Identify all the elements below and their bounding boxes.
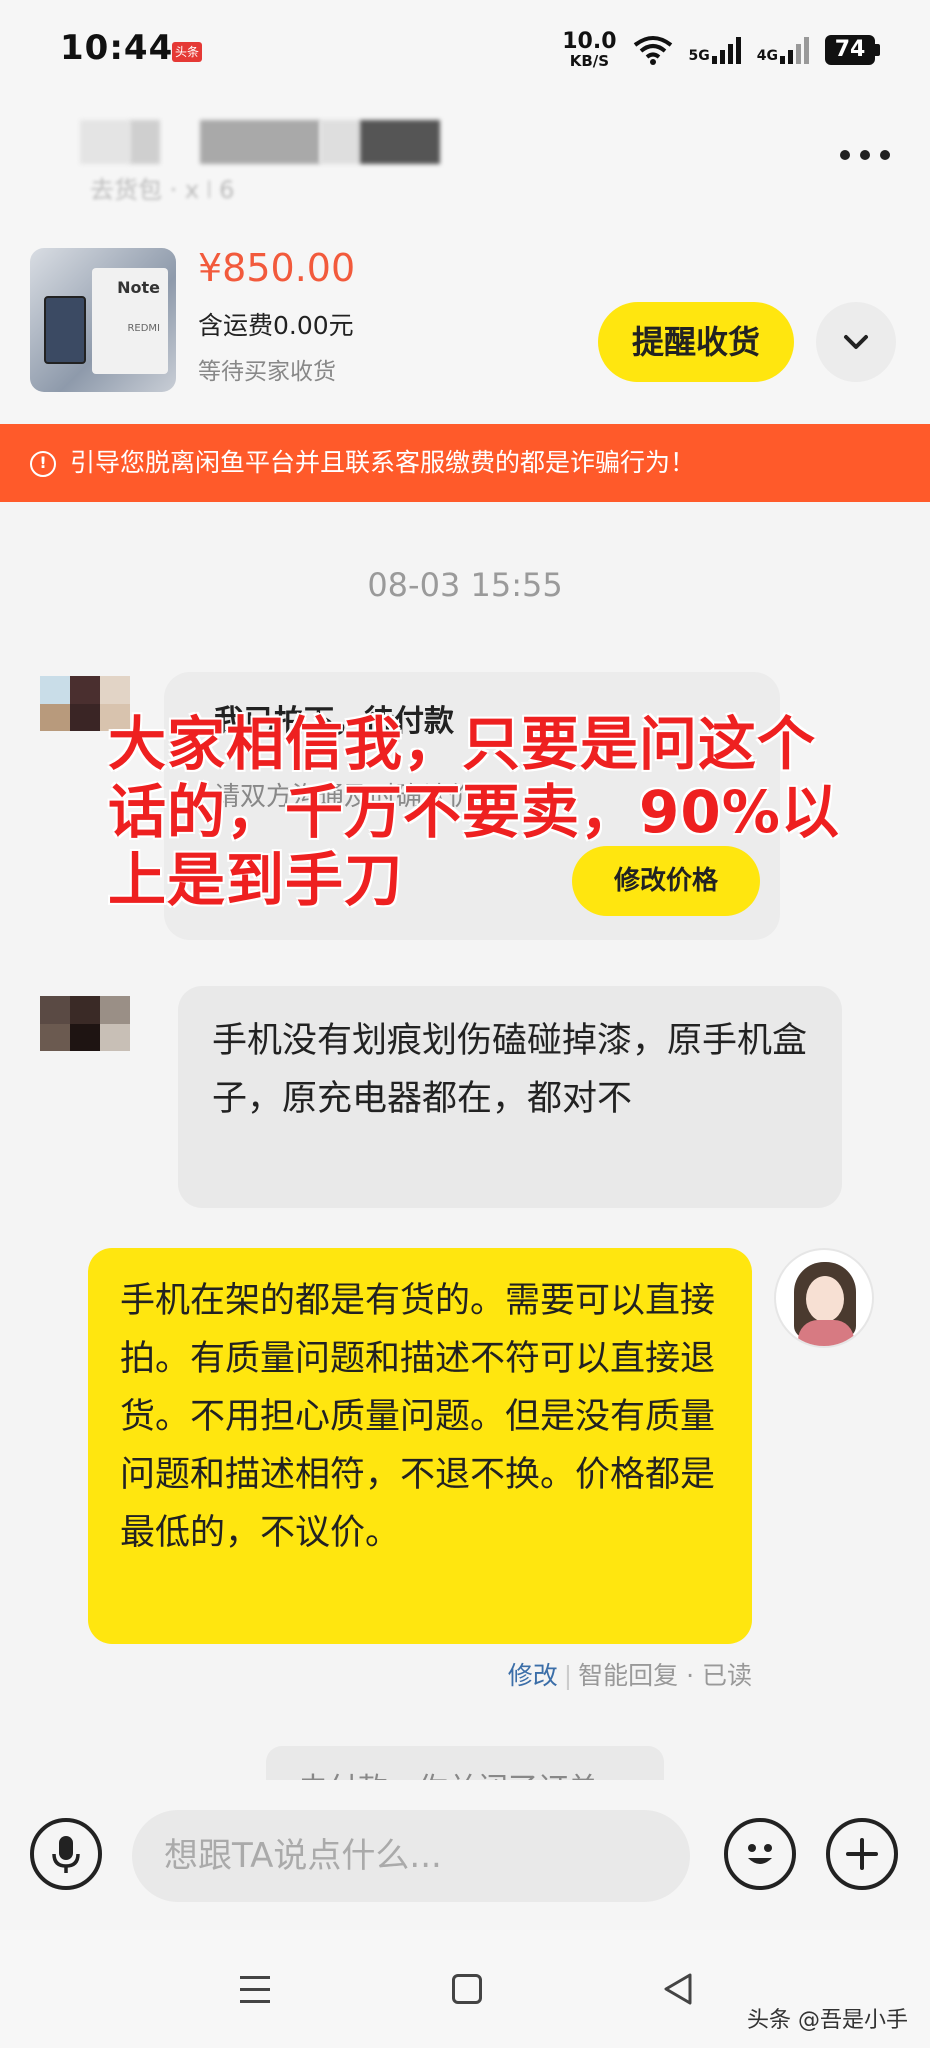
signal-4g: 4G <box>757 36 809 64</box>
seller-avatar[interactable] <box>774 1248 874 1348</box>
emoji-button[interactable] <box>724 1818 796 1890</box>
status-bar: 10:44 头条 10.0 KB/S 5G 4G 74 <box>0 0 930 100</box>
nav-menu-icon[interactable] <box>240 1976 270 2012</box>
overlay-annotation: 大家相信我，只要是问这个话的，千万不要卖，90%以上是到手刀 <box>108 710 840 914</box>
buyer-avatar[interactable] <box>40 996 160 1106</box>
edit-message-link[interactable]: 修改 <box>508 1661 558 1690</box>
fraud-warning-text: 引导您脱离闲鱼平台并且联系客服缴费的都是诈骗行为！ <box>70 448 696 477</box>
chat-page: 10:44 头条 10.0 KB/S 5G 4G 74 去货包 · x ꘡ 6 … <box>0 0 930 2048</box>
box-brand-text: REDMI <box>127 323 160 334</box>
plus-button[interactable] <box>826 1818 898 1890</box>
battery-level: 74 <box>825 35 875 65</box>
product-image[interactable]: Note REDMI <box>30 248 176 392</box>
order-status: 等待买家收货 <box>198 359 336 385</box>
system-nav-bar: 头条 @吾是小手 <box>0 1930 930 2048</box>
contact-name-mosaic <box>360 120 440 164</box>
nav-back-icon[interactable] <box>662 1972 694 2006</box>
chat-header: 去货包 · x ꘡ 6 <box>0 100 930 220</box>
buyer-message-bubble[interactable]: 手机没有划痕划伤磕碰掉漆，原手机盒子，原充电器都在，都对不 <box>178 986 842 1208</box>
watermark: 头条 @吾是小手 <box>747 2008 908 2033</box>
input-bar <box>0 1780 930 1930</box>
message-timestamp: 08-03 15:55 <box>367 566 563 604</box>
net-speed-unit: KB/S <box>569 52 610 70</box>
signal-bars-icon <box>780 36 809 64</box>
seller-message-bubble[interactable]: 手机在架的都是有货的。需要可以直接拍。有质量问题和描述不符可以直接退货。不用担心… <box>88 1248 752 1644</box>
box-model-text: Note <box>117 278 160 297</box>
message-read-status: 智能回复 · 已读 <box>578 1661 752 1690</box>
message-input[interactable] <box>132 1810 690 1902</box>
mic-icon <box>52 1836 80 1873</box>
more-icon[interactable] <box>840 150 890 160</box>
signal-5g: 5G <box>689 36 741 64</box>
net-speed: 10.0 KB/S <box>562 29 617 70</box>
chevron-down-icon <box>844 335 868 349</box>
message-meta: 修改 | 智能回复 · 已读 <box>507 1661 752 1690</box>
phone-image <box>44 296 86 364</box>
wifi-icon <box>633 36 672 65</box>
voice-button[interactable] <box>30 1818 102 1890</box>
status-indicators: 10.0 KB/S 5G 4G 74 <box>562 30 880 70</box>
expand-button[interactable] <box>816 302 896 382</box>
battery-icon: 74 <box>825 35 880 65</box>
plus-icon <box>846 1838 878 1870</box>
net-speed-value: 10.0 <box>562 29 617 54</box>
status-time: 10:44 <box>60 28 174 68</box>
product-shipping: 含运费0.00元 <box>198 311 354 340</box>
warning-icon: ! <box>30 451 56 477</box>
product-price: ¥850.00 <box>198 246 356 290</box>
signal-bars-icon <box>711 36 741 64</box>
emoji-icon <box>748 1844 772 1864</box>
fraud-warning-banner: ! 引导您脱离闲鱼平台并且联系客服缴费的都是诈骗行为！ <box>0 424 930 502</box>
remind-receipt-button[interactable]: 提醒收货 <box>598 302 794 382</box>
signal-4g-label: 4G <box>756 48 778 64</box>
product-card[interactable]: Note REDMI ¥850.00 含运费0.00元 等待买家收货 提醒收货 <box>0 220 930 420</box>
contact-subtitle: 去货包 · x ꘡ 6 <box>90 176 235 204</box>
phone-box-image: Note REDMI <box>92 268 168 374</box>
contact-name-mosaic <box>130 120 160 164</box>
contact-name-mosaic <box>320 120 360 164</box>
contact-name-mosaic <box>80 120 130 164</box>
nav-home-icon[interactable] <box>452 1974 482 2004</box>
contact-name-mosaic <box>200 120 320 164</box>
signal-5g-label: 5G <box>688 48 710 64</box>
toutiao-badge-icon: 头条 <box>172 42 202 62</box>
